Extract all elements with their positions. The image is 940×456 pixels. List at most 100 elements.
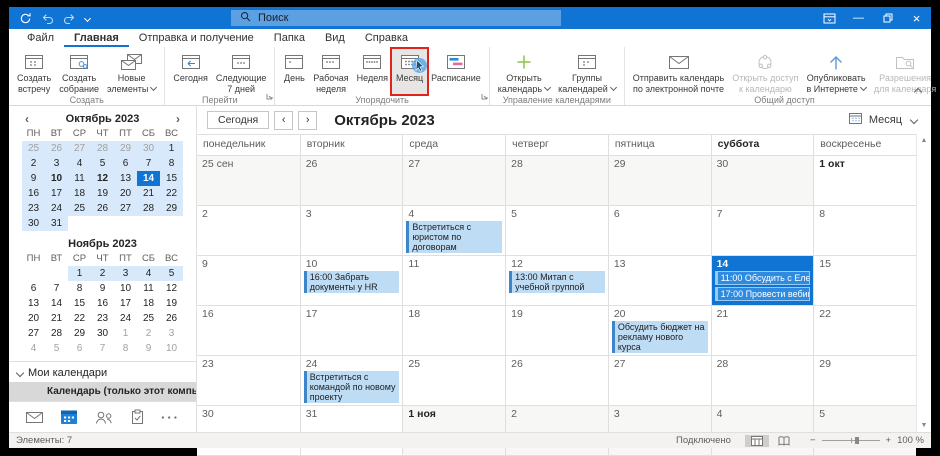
minical-day[interactable]: 4 (68, 156, 91, 171)
day-cell[interactable]: 25 (402, 356, 505, 406)
minical-day[interactable]: 4 (22, 341, 45, 356)
reading-view-button[interactable] (772, 435, 796, 447)
minical-day[interactable]: 9 (22, 171, 45, 186)
day-cell[interactable]: 2 (505, 406, 608, 456)
ribbon-button-calendar-week[interactable]: Неделя (353, 49, 392, 94)
minical-day[interactable]: 8 (160, 156, 183, 171)
dialog-launcher-icon[interactable] (266, 91, 273, 103)
nav-mail-icon[interactable] (25, 410, 44, 425)
calendar-event[interactable]: 11:00 Обсудить с Елен... (715, 271, 811, 285)
minical-day[interactable]: 22 (160, 186, 183, 201)
nav-more-icon[interactable]: ··· (161, 410, 180, 425)
minical-day[interactable]: 30 (91, 326, 114, 341)
view-selector[interactable]: Месяц (848, 112, 921, 128)
minical-day[interactable]: 8 (68, 281, 91, 296)
minical-day[interactable]: 6 (22, 281, 45, 296)
day-cell[interactable]: 28 (505, 156, 608, 206)
minical-day[interactable]: 10 (45, 171, 68, 186)
day-cell[interactable]: 25 сен (197, 156, 300, 206)
minical-day[interactable]: 2 (22, 156, 45, 171)
minical-day[interactable]: 30 (137, 141, 160, 156)
menu-tab-2[interactable]: Отправка и получение (129, 30, 264, 47)
minimize-button[interactable]: — (844, 7, 873, 29)
menu-tab-4[interactable]: Вид (315, 30, 355, 47)
day-cell[interactable]: 4 (711, 406, 814, 456)
day-cell[interactable]: 6 (608, 206, 711, 256)
scroll-up-button[interactable]: ▲ (921, 137, 928, 144)
day-cell[interactable]: 1411:00 Обсудить с Елен...17:00 Провести… (711, 256, 814, 306)
minical-day[interactable]: 24 (45, 201, 68, 216)
day-cell[interactable]: 26 (505, 356, 608, 406)
minical-day[interactable]: 19 (91, 186, 114, 201)
calendar-event[interactable]: Встретиться с юристом по договорам (406, 221, 502, 253)
minical-day[interactable]: 10 (114, 281, 137, 296)
minical-day[interactable]: 9 (91, 281, 114, 296)
day-cell[interactable]: 9 (197, 256, 300, 306)
minical-day[interactable]: 1 (114, 326, 137, 341)
minical-day[interactable]: 7 (45, 281, 68, 296)
minical-day[interactable]: 18 (137, 296, 160, 311)
minical-day[interactable]: 23 (22, 201, 45, 216)
minical-day[interactable]: 1 (68, 266, 91, 281)
zoom-in-button[interactable]: + (886, 435, 892, 446)
previous-month-button[interactable]: ‹ (22, 112, 32, 126)
minical-day[interactable]: 2 (137, 326, 160, 341)
redo-icon[interactable] (63, 13, 76, 24)
ribbon-button-calendar-new[interactable]: Создатьвстречу (13, 49, 55, 94)
minical-day[interactable]: 5 (160, 266, 183, 281)
grid-view-button[interactable] (745, 435, 769, 447)
day-cell[interactable]: 1 окт (813, 156, 916, 206)
nav-calendar-icon[interactable] (60, 409, 78, 425)
day-cell[interactable]: 18 (402, 306, 505, 356)
menu-tab-1[interactable]: Главная (64, 30, 129, 47)
minical-day[interactable]: 28 (91, 141, 114, 156)
minical-day[interactable]: 14 (45, 296, 68, 311)
day-cell[interactable]: 27 (402, 156, 505, 206)
calendar-event[interactable]: 17:00 Провести вебин... (715, 287, 811, 301)
day-cell[interactable]: 2 (197, 206, 300, 256)
calendar-list-item[interactable]: Календарь (только этот компьют... (9, 382, 196, 401)
minical-day[interactable]: 16 (22, 186, 45, 201)
day-cell[interactable]: 8 (813, 206, 916, 256)
minical-day[interactable]: 17 (114, 296, 137, 311)
minical-day[interactable]: 20 (22, 311, 45, 326)
day-cell[interactable]: 19 (505, 306, 608, 356)
nav-people-icon[interactable] (94, 410, 114, 425)
ribbon-button-calendar-month[interactable]: Месяц (392, 49, 427, 94)
day-cell[interactable]: 31 (300, 406, 403, 456)
day-cell[interactable]: 24Встретиться с командой по новому проек… (300, 356, 403, 406)
minical-day[interactable]: 10 (160, 341, 183, 356)
minical-day[interactable]: 16 (91, 296, 114, 311)
minical-day[interactable]: 15 (160, 171, 183, 186)
scrollbar[interactable]: ▲ ▼ (916, 134, 931, 432)
menu-tab-0[interactable]: Файл (17, 30, 64, 47)
minical-day[interactable]: 5 (91, 156, 114, 171)
minical-day[interactable]: 2 (91, 266, 114, 281)
minical-day[interactable]: 30 (22, 216, 45, 231)
minical-day[interactable]: 14 (137, 171, 160, 186)
dialog-launcher-icon[interactable] (481, 91, 488, 103)
minical-day[interactable]: 29 (160, 201, 183, 216)
day-cell[interactable]: 27 (608, 356, 711, 406)
day-cell[interactable]: 15 (813, 256, 916, 306)
ribbon-button-calendar-workweek[interactable]: Рабочаянеделя (309, 49, 352, 94)
minical-day[interactable]: 24 (114, 311, 137, 326)
minical-day[interactable]: 26 (45, 141, 68, 156)
previous-month-button[interactable]: ‹ (274, 111, 293, 130)
minical-day[interactable]: 26 (91, 201, 114, 216)
minical-day[interactable]: 4 (137, 266, 160, 281)
ribbon-button-email-calendar[interactable]: Отправить календарьпо электронной почте (629, 49, 728, 94)
minical-day[interactable]: 8 (114, 341, 137, 356)
minical-day[interactable]: 21 (45, 311, 68, 326)
ribbon-button-schedule-view[interactable]: Расписание (427, 49, 485, 94)
day-cell[interactable]: 11 (402, 256, 505, 306)
day-cell[interactable]: 17 (300, 306, 403, 356)
calendar-event[interactable]: 13:00 Митап с учебной группой (509, 271, 605, 293)
send-receive-icon[interactable] (19, 12, 32, 25)
close-button[interactable]: × (902, 7, 931, 29)
minical-day[interactable]: 6 (114, 156, 137, 171)
calendar-event[interactable]: Встретиться с командой по новому проекту (304, 371, 400, 403)
day-cell[interactable]: 29 (608, 156, 711, 206)
ribbon-button-calendar-7days[interactable]: Следующие7 дней (212, 49, 271, 94)
minical-day[interactable]: 13 (22, 296, 45, 311)
